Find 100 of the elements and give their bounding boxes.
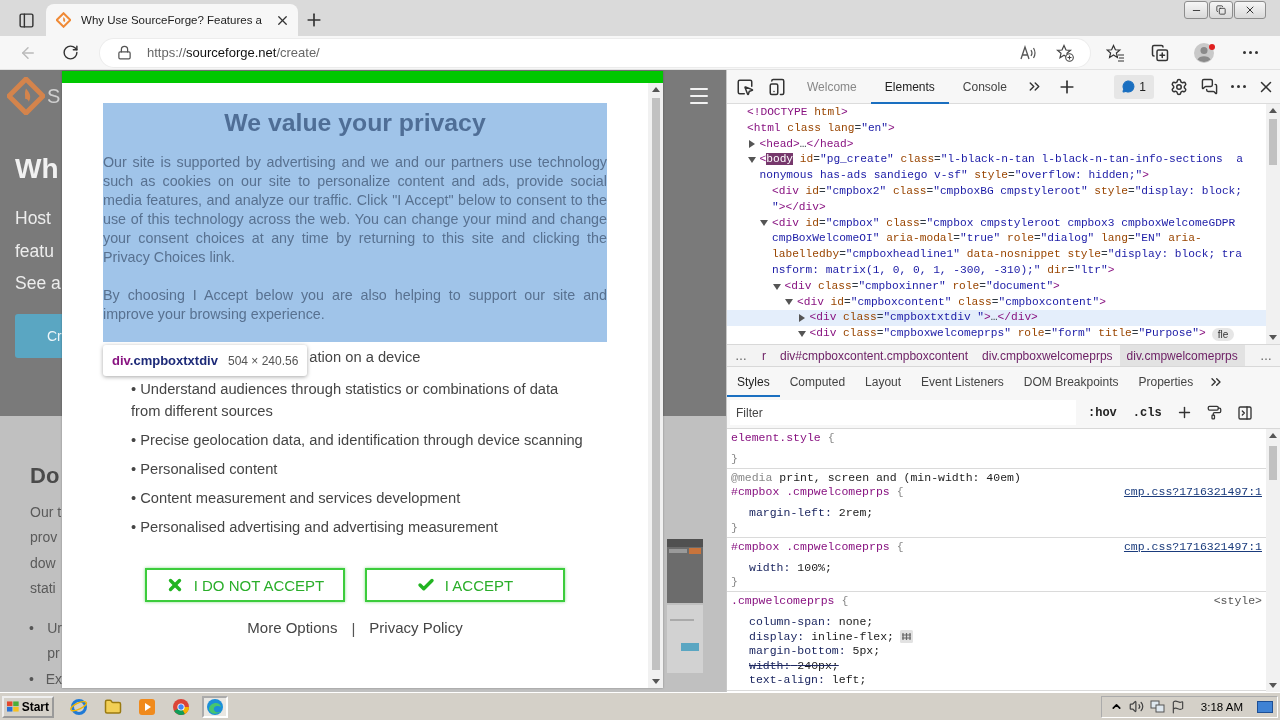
state-toggle-button[interactable]: :hov <box>1088 405 1117 420</box>
scroll-down-arrow-icon[interactable] <box>1269 683 1277 688</box>
more-icon <box>1242 51 1258 54</box>
breadcrumb-overflow[interactable]: … <box>1252 348 1280 363</box>
triangle-down-icon[interactable] <box>785 298 793 307</box>
triangle-down-icon[interactable] <box>772 282 781 291</box>
dom-node[interactable]: <div class="cmpboxinner" role="document"> <box>727 278 1266 295</box>
styles-pane-tab[interactable]: Properties <box>1128 367 1204 397</box>
dom-node-markup: <div id="cmpboxcontent" class="cmpboxcontent"> <box>797 294 1106 310</box>
devtools-tab[interactable]: Elements <box>870 69 949 104</box>
close-window-button[interactable] <box>1234 1 1266 19</box>
section-text: Our t <box>30 502 62 522</box>
taskbar-app-button[interactable] <box>202 695 228 718</box>
dom-node[interactable]: <div class="cmpboxtxtdiv ">…</div> <box>727 310 1266 327</box>
minimize-button[interactable] <box>1184 1 1208 19</box>
breadcrumb[interactable]: div.cmpwelcomeprps <box>1119 345 1245 366</box>
triangle-right-icon[interactable] <box>747 140 756 149</box>
section-heading: Do <box>30 461 61 490</box>
styles-pane-tab[interactable]: Layout <box>855 367 912 397</box>
flag-icon[interactable] <box>1170 699 1185 714</box>
issues-button[interactable]: 1 <box>1114 74 1154 99</box>
diamond-favicon-icon <box>56 12 72 28</box>
dom-node[interactable]: <!DOCTYPE html> <box>727 105 1266 121</box>
css-declaration: column-span: none; <box>749 615 874 630</box>
scroll-down-arrow-icon[interactable] <box>1269 335 1277 340</box>
styles-pane-tab[interactable]: DOM Breakpoints <box>1013 367 1129 397</box>
dom-node[interactable]: <html class lang="en"> <box>727 120 1266 137</box>
triangle-down-icon[interactable] <box>747 156 756 165</box>
section-text: prov <box>30 528 59 547</box>
bullet-marker: • <box>28 669 35 689</box>
show-desktop-icon[interactable] <box>1257 700 1273 713</box>
dialog-link[interactable]: More Options <box>247 618 338 638</box>
purpose-item: • Content measurement and services development <box>131 489 462 508</box>
network-monitor-icon[interactable] <box>1149 699 1165 714</box>
four-squares-logo-icon <box>7 700 19 713</box>
breadcrumb[interactable]: r <box>755 345 773 366</box>
layout-badge[interactable]: fle <box>1211 327 1235 341</box>
sidebar-panel-icon <box>17 11 35 29</box>
css-declaration: width: 100%; <box>749 560 832 575</box>
page-heading: Wh <box>15 152 59 186</box>
stylesheet-source-link[interactable]: cmp.css?1716321497:1 <box>1123 539 1262 554</box>
dom-node-markup: <div id="cmpbox2" class="cmpboxBG cmpstyleroot" style="display: block; "></div> <box>772 184 1243 215</box>
scroll-up-arrow-icon[interactable] <box>1269 108 1277 113</box>
element-selector: div.cmpboxtxtdiv <box>112 353 218 368</box>
bullet-text: pr <box>47 644 61 663</box>
hero-text: Host <box>15 207 51 230</box>
breadcrumb[interactable]: div#cmpboxcontent.cmpboxcontent <box>773 345 976 366</box>
breadcrumb-overflow[interactable]: … <box>727 348 755 363</box>
class-toggle-button[interactable]: .cls <box>1132 405 1162 420</box>
dom-node[interactable]: <div id="cmpboxcontent" class="cmpboxcontent"> <box>727 294 1266 311</box>
dialog-title: We value your privacy <box>223 108 487 138</box>
reload-icon <box>61 44 79 61</box>
close-icon <box>1244 4 1256 16</box>
devtools-tab[interactable]: Console <box>948 69 1021 104</box>
filter-input[interactable]: Filter <box>730 400 1076 425</box>
browser-tab[interactable]: Why Use SourceForge? Features a <box>46 4 298 36</box>
css-selector: element.style { <box>731 431 835 445</box>
restore-button[interactable] <box>1209 1 1233 19</box>
css-selector: #cmpbox .cmpwelcomeprps { <box>731 539 904 554</box>
url-text: https://sourceforge.net/create/ <box>147 45 320 60</box>
scrollbar-thumb[interactable] <box>1269 446 1277 480</box>
media-query: @media print, screen and (min-width: 40em) <box>731 471 1022 485</box>
dom-node[interactable]: <div class="cmpboxwelcomeprps" role="form" title="Purpose"> fle <box>727 326 1266 342</box>
copy-plus-icon <box>1151 43 1169 62</box>
flex-editor-icon[interactable] <box>899 630 913 644</box>
dom-node[interactable]: <head>…</head> <box>727 136 1266 153</box>
inspect-cursor-icon <box>736 77 754 96</box>
speaker-icon[interactable] <box>1128 699 1144 714</box>
triangle-down-icon[interactable] <box>797 330 806 339</box>
address-bar[interactable]: https://sourceforge.net/create/ <box>100 38 1090 67</box>
styles-pane-tab[interactable]: Computed <box>779 367 856 397</box>
scrollbar-thumb[interactable] <box>1269 119 1277 165</box>
link-separator: | <box>351 619 356 637</box>
clock-text: 3:18 AM <box>1200 700 1243 713</box>
dom-node-markup: <div class="cmpboxinner" role="document"> <box>784 278 1060 294</box>
scroll-down-arrow-icon[interactable] <box>651 679 660 684</box>
scroll-up-arrow-icon[interactable] <box>651 87 660 92</box>
css-selector: .cmpwelcomeprps { <box>731 594 849 608</box>
css-declaration: width: 240px; <box>749 658 839 673</box>
closing-brace: } <box>731 575 739 589</box>
dialog-link[interactable]: Privacy Policy <box>369 618 463 638</box>
styles-pane-tab[interactable]: Event Listeners <box>911 367 1014 397</box>
triangle-right-icon[interactable] <box>797 314 806 323</box>
scroll-up-arrow-icon[interactable] <box>1269 433 1277 438</box>
css-declaration: text-align: left; <box>749 673 867 688</box>
bullet-text: Ex <box>45 669 62 689</box>
globe-ring-icon <box>70 697 88 716</box>
dialog-paragraph: Our site is supported by advertising and we and our partners use technology such as cookies on our site to personalize content and ads, provide social media features, and analyze our traffic. Click "I Accept" below to consent to the use of this technology across the web. You can change your mind and change your consent choices at any time by returning to this site and clicking the Privacy Choices link. <box>103 153 607 267</box>
dom-node[interactable]: <div id="cmpbox2" class="cmpboxBG cmpstyleroot" style="display: block; "></div> <box>727 184 1266 216</box>
start-button[interactable]: Start <box>2 695 54 718</box>
folder-icon <box>104 697 122 716</box>
stylesheet-source-link[interactable]: cmp.css?1716321497:1 <box>1123 485 1262 499</box>
breadcrumb[interactable]: div.cmpboxwelcomeprps <box>975 345 1120 366</box>
restore-icon <box>1216 5 1226 15</box>
triangle-down-icon[interactable] <box>760 219 768 228</box>
css-selector: #cmpbox .cmpwelcomeprps { <box>731 485 904 499</box>
settings-icon <box>1170 77 1188 96</box>
devices-icon <box>768 77 786 96</box>
stylesheet-source-link[interactable]: <style> <box>1213 594 1262 608</box>
scrollbar-thumb[interactable] <box>651 98 660 670</box>
